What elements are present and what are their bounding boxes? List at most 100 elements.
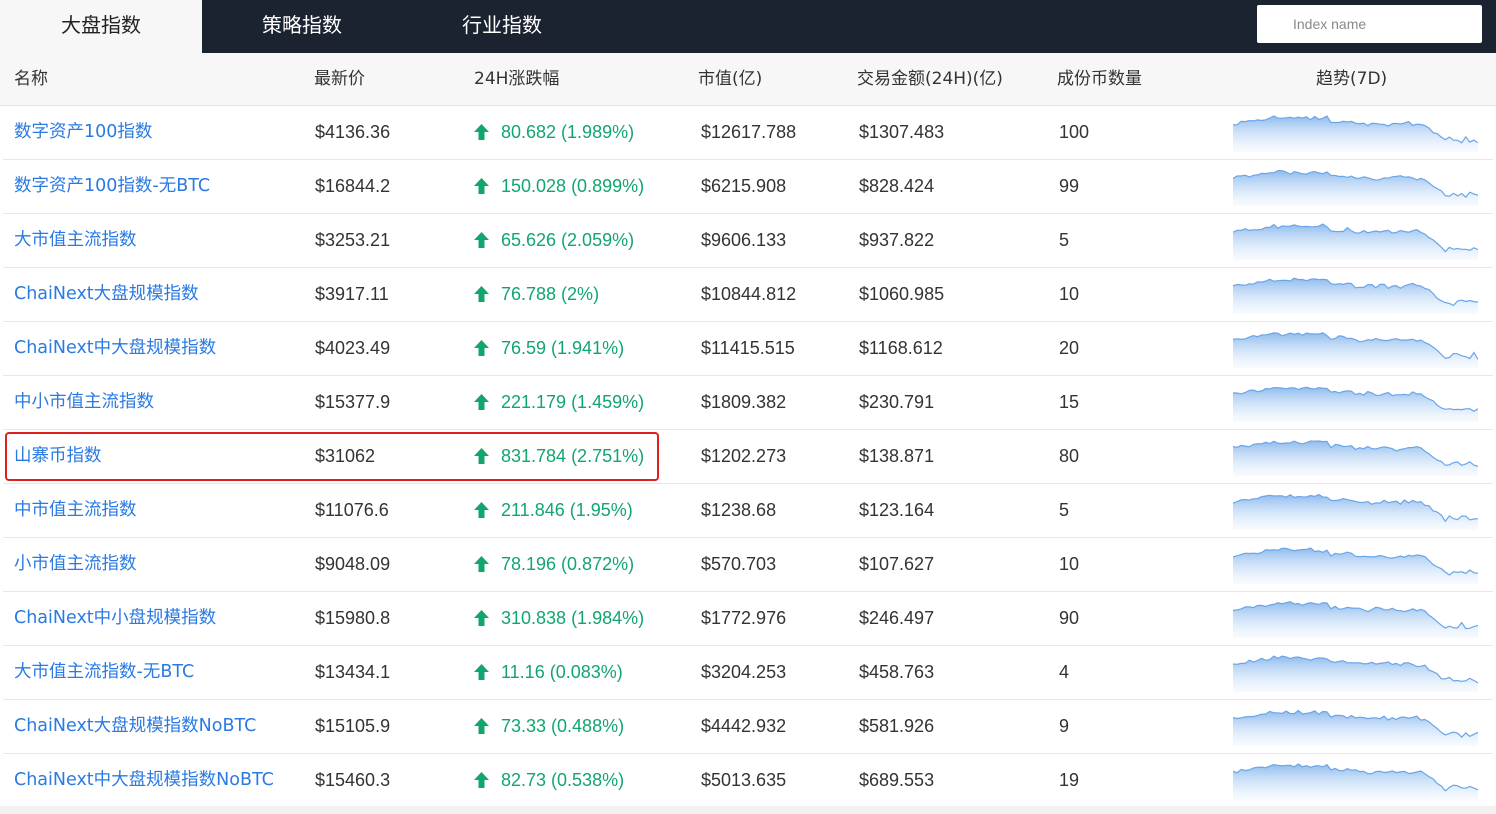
- price-cell: $9048.09: [315, 554, 391, 574]
- market-cap-cell: $1772.976: [701, 608, 787, 628]
- sparkline-area: [1233, 494, 1478, 530]
- header-price: 最新价: [314, 69, 365, 89]
- table-row[interactable]: ChaiNext大盘规模指数NoBTC $15105.9 73.33 (0.488%…: [3, 700, 1493, 754]
- up-arrow-icon: [474, 610, 489, 627]
- table-row[interactable]: ChaiNext大盘规模指数 $3917.11 76.788 (2%) $10844.…: [3, 268, 1493, 322]
- up-arrow-icon: [474, 286, 489, 303]
- constituent-count-cell: 90: [1059, 608, 1080, 628]
- constituent-count-cell: 10: [1059, 554, 1080, 574]
- market-cap-cell: $12617.788: [701, 122, 797, 142]
- change-cell: 831.784 (2.751%): [474, 430, 644, 482]
- market-cap-cell: $9606.133: [701, 230, 787, 250]
- table-row[interactable]: 大市值主流指数 $3253.21 65.626 (2.059%) $9606.133 $…: [3, 214, 1493, 268]
- table-row[interactable]: ChaiNext中大盘规模指数NoBTC $15460.3 82.73 (0.538…: [3, 754, 1493, 808]
- table-row[interactable]: 中市值主流指数 $11076.6 211.846 (1.95%) $1238.68 $1…: [3, 484, 1493, 538]
- constituent-count-cell: 9: [1059, 716, 1070, 736]
- volume-cell: $246.497: [859, 608, 935, 628]
- constituent-count-cell: 15: [1059, 392, 1080, 412]
- constituent-count-cell: 80: [1059, 446, 1080, 466]
- volume-cell: $1168.612: [859, 338, 943, 358]
- market-cap-cell: $1238.68: [701, 500, 777, 520]
- trend-7d-sparkline: [1233, 600, 1478, 638]
- index-name-link[interactable]: 大市值主流指数: [14, 214, 137, 266]
- change-cell: 150.028 (0.899%): [474, 160, 644, 212]
- table-row[interactable]: 小市值主流指数 $9048.09 78.196 (0.872%) $570.703 $1…: [3, 538, 1493, 592]
- sparkline-area: [1233, 170, 1478, 206]
- index-name-link[interactable]: 中市值主流指数: [14, 484, 137, 536]
- change-value: 78.196 (0.872%): [501, 554, 635, 574]
- table-header: 名称 最新价 24H涨跌幅 市值(亿) 交易金额(24H)(亿) 成份币数量 趋…: [0, 53, 1496, 106]
- sparkline-area: [1233, 224, 1478, 260]
- trend-7d-sparkline: [1233, 115, 1478, 152]
- volume-cell: $1307.483: [859, 122, 945, 142]
- index-name-link[interactable]: 数字资产100指数: [14, 106, 152, 158]
- change-cell: 310.838 (1.984%): [474, 592, 644, 644]
- table-row[interactable]: ChaiNext中大盘规模指数 $4023.49 76.59 (1.941%) $11…: [3, 322, 1493, 376]
- index-name-link[interactable]: 小市值主流指数: [14, 538, 137, 590]
- change-value: 211.846 (1.95%): [501, 500, 633, 520]
- change-value: 82.73 (0.538%): [501, 770, 625, 790]
- trend-7d-sparkline: [1233, 709, 1478, 746]
- trend-7d-sparkline: [1233, 386, 1478, 422]
- market-cap-cell: $4442.932: [701, 716, 787, 736]
- price-cell: $15377.9: [315, 392, 391, 412]
- tab-market-index[interactable]: 大盘指数: [0, 0, 202, 53]
- change-cell: 80.682 (1.989%): [474, 106, 634, 158]
- index-name-link[interactable]: ChaiNext中小盘规模指数: [14, 592, 216, 644]
- market-cap-cell: $570.703: [701, 554, 777, 574]
- change-cell: 82.73 (0.538%): [474, 754, 624, 806]
- price-cell: $15460.3: [315, 770, 391, 790]
- up-arrow-icon: [474, 394, 489, 411]
- price-cell: $15105.9: [315, 716, 391, 736]
- market-cap-cell: $11415.515: [701, 338, 795, 358]
- sparkline-area: [1233, 387, 1478, 422]
- sparkline-area: [1233, 710, 1478, 746]
- table-row[interactable]: 中小市值主流指数 $15377.9 221.179 (1.459%) $1809.38…: [3, 376, 1493, 430]
- index-name-link[interactable]: ChaiNext中大盘规模指数: [14, 322, 216, 374]
- index-name-link[interactable]: ChaiNext中大盘规模指数NoBTC: [14, 754, 274, 806]
- volume-cell: $937.822: [859, 230, 935, 250]
- tab-strategy-index[interactable]: 策略指数: [202, 0, 402, 53]
- index-name-link[interactable]: 数字资产100指数-无BTC: [14, 160, 210, 212]
- index-name-link[interactable]: 山寨币指数: [14, 430, 102, 482]
- tab-industry-index[interactable]: 行业指数: [402, 0, 602, 53]
- table-row[interactable]: 数字资产100指数-无BTC $16844.2 150.028 (0.899%) $6…: [3, 160, 1493, 214]
- trend-7d-sparkline: [1233, 547, 1478, 584]
- market-cap-cell: $1809.382: [701, 392, 787, 412]
- table-row[interactable]: 数字资产100指数 $4136.36 80.682 (1.989%) $12617.7…: [3, 106, 1493, 160]
- header-trend-7d: 趋势(7D): [1316, 69, 1388, 89]
- constituent-count-cell: 4: [1059, 662, 1070, 682]
- header-change-24h: 24H涨跌幅: [474, 69, 560, 89]
- constituent-count-cell: 100: [1059, 122, 1090, 142]
- volume-cell: $123.164: [859, 500, 935, 520]
- trend-7d-sparkline: [1233, 332, 1478, 368]
- price-cell: $4136.36: [315, 122, 391, 142]
- top-tab-bar: 大盘指数 策略指数 行业指数: [0, 0, 1496, 53]
- market-cap-cell: $1202.273: [701, 446, 787, 466]
- table-row[interactable]: ChaiNext中小盘规模指数 $15980.8 310.838 (1.984%) $…: [3, 592, 1493, 646]
- table-row[interactable]: 山寨币指数 $31062 831.784 (2.751%) $1202.273 $138…: [3, 430, 1493, 484]
- volume-cell: $581.926: [859, 716, 935, 736]
- change-value: 831.784 (2.751%): [501, 446, 645, 466]
- up-arrow-icon: [474, 502, 489, 519]
- index-name-search-input[interactable]: [1257, 5, 1482, 43]
- volume-cell: $1060.985: [859, 284, 945, 304]
- constituent-count-cell: 10: [1059, 284, 1080, 304]
- change-value: 80.682 (1.989%): [501, 122, 635, 142]
- index-name-link[interactable]: 大市值主流指数-无BTC: [14, 646, 194, 698]
- trend-7d-sparkline: [1233, 277, 1478, 314]
- change-cell: 78.196 (0.872%): [474, 538, 634, 590]
- header-name: 名称: [14, 69, 48, 89]
- change-cell: 73.33 (0.488%): [474, 700, 624, 752]
- index-name-link[interactable]: ChaiNext大盘规模指数NoBTC: [14, 700, 256, 752]
- index-name-link[interactable]: ChaiNext大盘规模指数: [14, 268, 199, 320]
- sparkline-area: [1233, 116, 1478, 152]
- change-cell: 221.179 (1.459%): [474, 376, 644, 428]
- index-name-link[interactable]: 中小市值主流指数: [14, 376, 154, 428]
- header-constituent-count: 成份币数量: [1057, 69, 1142, 89]
- trend-7d-sparkline: [1233, 169, 1478, 206]
- sparkline-area: [1233, 656, 1478, 692]
- table-row[interactable]: 大市值主流指数-无BTC $13434.1 11.16 (0.083%) $3204.…: [3, 646, 1493, 700]
- constituent-count-cell: 5: [1059, 500, 1070, 520]
- change-value: 76.788 (2%): [501, 284, 600, 304]
